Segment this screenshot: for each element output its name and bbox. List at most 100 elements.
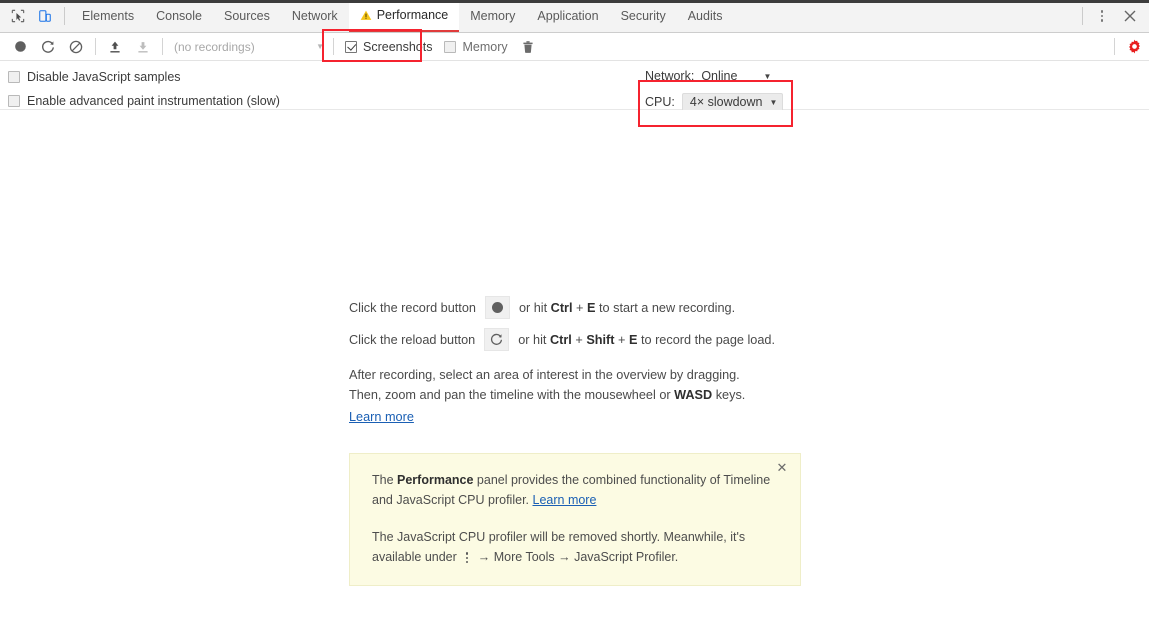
checkbox-box [8, 70, 20, 83]
checkbox-box-checked [345, 40, 357, 53]
gear-icon[interactable] [1119, 33, 1149, 60]
disable-js-samples-checkbox[interactable]: Disable JavaScript samples [8, 67, 181, 86]
learn-more-link[interactable]: Learn more [349, 407, 414, 427]
tab-console[interactable]: Console [145, 0, 213, 32]
plus-3: + [614, 332, 629, 347]
checkbox-box [8, 94, 20, 107]
plus-2: + [571, 332, 587, 347]
clear-recording-button[interactable] [62, 34, 90, 60]
save-profile-button[interactable] [129, 34, 157, 60]
close-devtools-icon[interactable] [1115, 3, 1145, 29]
plus-1: + [572, 300, 587, 315]
tab-label: Memory [470, 9, 516, 23]
screenshots-checkbox[interactable]: Screenshots [339, 34, 438, 60]
record-hint-post-a: or hit [518, 300, 551, 315]
tab-elements[interactable]: Elements [71, 0, 145, 32]
reload-hint-post-b: to record the page load. [637, 332, 775, 347]
tab-label: Elements [82, 9, 135, 23]
cpu-label: CPU: [645, 95, 675, 109]
reload-hint-post-a: or hit [518, 332, 550, 347]
network-throttle-row: Network: Online ▼ [645, 65, 783, 87]
wasd-keys: WASD [674, 388, 713, 402]
load-profile-button[interactable] [101, 34, 129, 60]
inspect-element-icon[interactable] [4, 3, 31, 29]
overview-line-2-a: Then, zoom and pan the timeline with the… [349, 388, 675, 402]
banner-learn-more-link[interactable]: Learn more [533, 493, 597, 507]
record-dot-icon[interactable] [484, 296, 510, 319]
toolbar-right-controls [1110, 33, 1149, 60]
banner-paragraph-2: The JavaScript CPU profiler will be remo… [372, 527, 778, 567]
banner-p1-a: The [372, 473, 398, 487]
paint-instrumentation-label: Enable advanced paint instrumentation (s… [27, 93, 280, 108]
toolbar-divider-1 [95, 38, 96, 55]
recordings-dropdown[interactable]: (no recordings) ▼ [168, 36, 328, 58]
tab-label: Network [291, 9, 338, 23]
tab-memory[interactable]: Memory [459, 0, 526, 32]
performance-toolbar: (no recordings) ▼ Screenshots Memory [0, 33, 1149, 61]
screenshots-label: Screenshots [363, 39, 433, 54]
banner-performance-bold: Performance [397, 473, 474, 487]
tab-audits[interactable]: Audits [677, 0, 734, 32]
overview-line-1: After recording, select an area of inter… [349, 368, 740, 382]
tab-label: Application [537, 9, 599, 23]
reload-icon[interactable] [484, 328, 510, 351]
disable-js-samples-label: Disable JavaScript samples [27, 69, 181, 84]
overview-line-2: Then, zoom and pan the timeline with the… [349, 385, 809, 405]
collect-garbage-button[interactable] [514, 34, 542, 60]
record-hint-pre: Click the record button [349, 300, 476, 315]
toolbar-divider-2 [162, 38, 163, 55]
reload-hint-post: or hit Ctrl + Shift + E to record the pa… [518, 333, 775, 347]
paint-instrumentation-checkbox[interactable]: Enable advanced paint instrumentation (s… [8, 91, 280, 110]
close-icon[interactable]: ✕ [774, 460, 790, 476]
tab-application[interactable]: Application [526, 0, 609, 32]
tabbar-right-divider [1082, 7, 1083, 25]
record-dot-glyph [491, 302, 503, 313]
capture-settings-pane: Disable JavaScript samples Enable advanc… [0, 61, 1149, 112]
chevron-down-icon: ▼ [769, 97, 778, 107]
checkbox-box [444, 40, 457, 53]
network-dropdown[interactable]: Online ▼ [701, 69, 771, 83]
network-value: Online [701, 69, 738, 83]
overview-instructions: After recording, select an area of inter… [349, 365, 809, 427]
overview-line-2-b: keys. [712, 388, 746, 402]
tab-label: Console [156, 9, 202, 23]
cpu-value: 4× slowdown [689, 95, 763, 109]
memory-label: Memory [462, 39, 508, 54]
reload-key-ctrl: Ctrl [549, 332, 572, 347]
tab-label: Audits [687, 9, 723, 23]
performance-info-banner: ✕ The Performance panel provides the com… [349, 453, 801, 586]
tab-network[interactable]: Network [281, 0, 349, 32]
device-toolbar-icon[interactable] [31, 3, 58, 29]
more-options-icon [462, 552, 472, 563]
tabbar-divider [64, 7, 65, 25]
performance-empty-state: Click the record button or hit Ctrl + E … [0, 110, 1149, 626]
record-button[interactable] [6, 34, 34, 60]
tab-label: Security [620, 9, 666, 23]
record-hint-line: Click the record button or hit Ctrl + E … [349, 296, 809, 319]
reload-hint-pre: Click the reload button [349, 332, 476, 347]
toolbar-divider-3 [333, 38, 334, 55]
tab-label: Performance [376, 8, 449, 22]
chevron-down-icon: ▼ [316, 42, 324, 51]
tab-security[interactable]: Security [610, 0, 677, 32]
tabbar-right-controls [1076, 3, 1145, 29]
recordings-value: (no recordings) [174, 39, 255, 54]
record-hint-post-b: to start a new recording. [595, 300, 736, 315]
reload-and-record-button[interactable] [34, 34, 62, 60]
landing-instructions: Click the record button or hit Ctrl + E … [349, 296, 809, 427]
banner-paragraph-1: The Performance panel provides the combi… [372, 470, 778, 510]
tab-performance[interactable]: Performance [348, 0, 460, 32]
reload-key-shift: Shift [586, 332, 615, 347]
warning-triangle-icon [360, 10, 372, 21]
reload-hint-line: Click the reload button or hit Ctrl + Sh… [349, 328, 809, 351]
chevron-down-icon: ▼ [763, 71, 772, 81]
devtools-tabbar: Elements Console Sources Network Perform… [0, 0, 1149, 33]
cpu-dropdown[interactable]: 4× slowdown ▼ [681, 92, 784, 112]
tab-label: Sources [223, 9, 270, 23]
memory-checkbox[interactable]: Memory [438, 34, 513, 60]
more-options-icon[interactable] [1089, 3, 1115, 29]
banner-p2-b: → More Tools → JavaScript Profiler. [474, 550, 679, 564]
record-key-ctrl: Ctrl [550, 300, 573, 315]
record-hint-post: or hit Ctrl + E to start a new recording… [519, 301, 735, 315]
tab-sources[interactable]: Sources [213, 0, 281, 32]
